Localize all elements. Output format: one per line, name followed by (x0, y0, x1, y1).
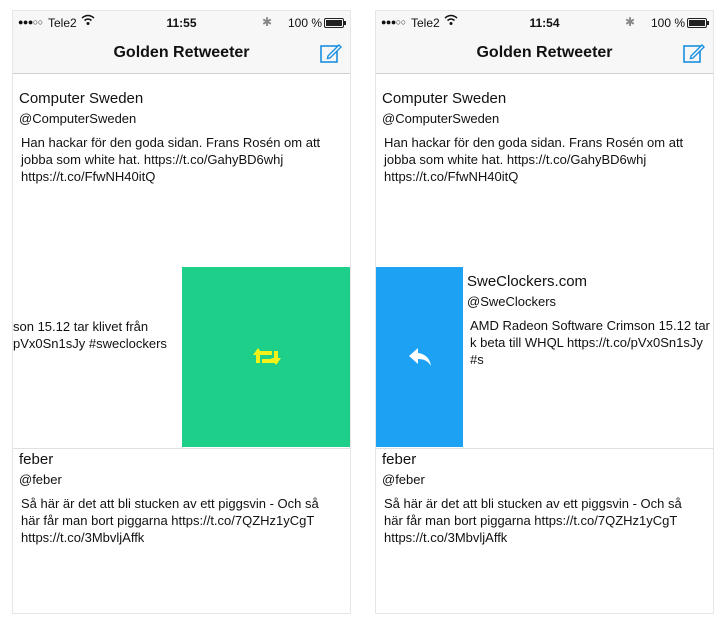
page-title: Golden Retweeter (476, 44, 613, 61)
battery-icon (687, 18, 709, 28)
tweet-cell-swiped-right[interactable]: SweClockers.com @SweClockers AMD Radeon … (376, 267, 713, 447)
retweet-action-button[interactable] (182, 267, 350, 447)
battery-icon (324, 18, 346, 28)
status-bar: ●●●○○ Tele2 11:55 ✱ 100 % (13, 11, 350, 35)
bluetooth-icon: ✱ (624, 15, 635, 29)
phone-screen-right: ●●●○○ Tele2 11:54 ✱ 100 % Golden Retweet… (375, 10, 714, 614)
bluetooth-icon: ✱ (261, 15, 272, 29)
tweet-cell[interactable]: feber @feber Så här är det att bli stuck… (13, 448, 350, 613)
phone-screen-left: ●●●○○ Tele2 11:55 ✱ 100 % Golden Retweet… (12, 10, 351, 614)
tweet-text: AMD Radeon Software Crimson 15.12 tar k … (470, 318, 710, 367)
retweet-icon (253, 348, 281, 365)
tweet-text: Han hackar för den goda sidan. Frans Ros… (21, 135, 321, 184)
tweet-author-handle: @feber (19, 472, 62, 487)
tweet-cell[interactable]: Computer Sweden @ComputerSweden Han hack… (376, 87, 713, 267)
tweet-author-name: Computer Sweden (19, 90, 144, 107)
divider (13, 448, 350, 449)
battery-percent: 100 % (650, 16, 685, 30)
tweet-author-handle: @feber (382, 472, 425, 487)
reply-icon (408, 348, 431, 366)
tweet-cell[interactable]: feber @feber Så här är det att bli stuck… (376, 448, 713, 613)
tweet-author-handle: @ComputerSweden (19, 111, 137, 126)
tweet-text: Så här är det att bli stucken av ett pig… (384, 496, 682, 545)
tweet-cell[interactable]: Computer Sweden @ComputerSweden Han hack… (13, 87, 350, 267)
battery-percent: 100 % (287, 16, 322, 30)
tweet-author-handle: @ComputerSweden (382, 111, 500, 126)
status-bar: ●●●○○ Tele2 11:54 ✱ 100 % (376, 11, 713, 35)
tweet-text: Så här är det att bli stucken av ett pig… (21, 496, 319, 545)
divider (376, 448, 713, 449)
tweet-text: son 15.12 tar klivet från pVx0Sn1sJy #sw… (13, 319, 167, 351)
tweet-text: Han hackar för den goda sidan. Frans Ros… (384, 135, 684, 184)
tweet-author-name: feber (19, 451, 54, 468)
compose-icon[interactable] (683, 42, 705, 64)
tweet-author-name: SweClockers.com (467, 273, 588, 290)
reply-action-button[interactable] (376, 267, 463, 447)
navigation-bar: Golden Retweeter (13, 35, 350, 74)
page-title: Golden Retweeter (113, 44, 250, 61)
tweet-cell-swiped-left[interactable]: son 15.12 tar klivet från pVx0Sn1sJy #sw… (13, 267, 350, 447)
tweet-author-handle: @SweClockers (467, 294, 557, 309)
tweet-author-name: Computer Sweden (382, 90, 507, 107)
tweet-author-name: feber (382, 451, 417, 468)
compose-icon[interactable] (320, 42, 342, 64)
navigation-bar: Golden Retweeter (376, 35, 713, 74)
